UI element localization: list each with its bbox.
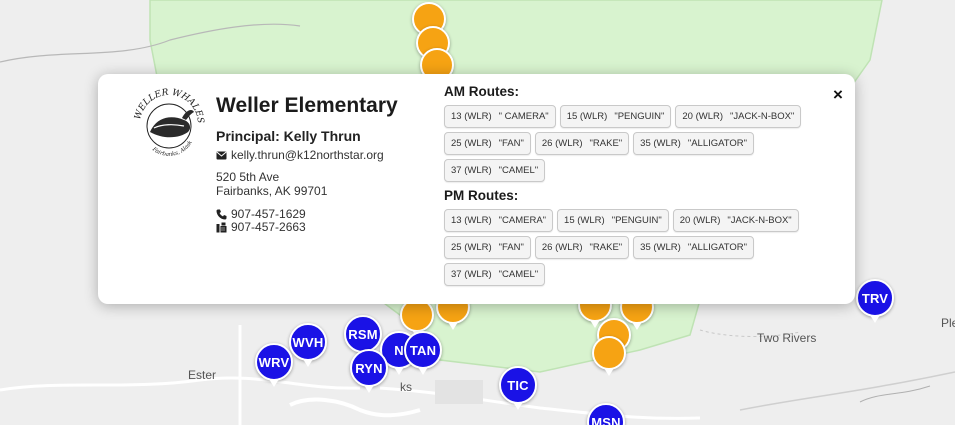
route-name: "ALLIGATOR" (687, 138, 748, 149)
school-info-popup: × WELLER WHALES Fairbanks, Alaska Weller… (98, 74, 855, 304)
am-route-chip[interactable]: 25 (WLR) "FAN" (444, 132, 531, 155)
pm-routes-list: 13 (WLR) "CAMERA" 15 (WLR) "PENGUIN" 20 (W… (444, 209, 814, 286)
route-number: 15 (WLR) (564, 215, 605, 226)
route-name: "ALLIGATOR" (687, 242, 748, 253)
pm-routes-heading: PM Routes: (444, 188, 519, 203)
address: 520 5th Ave Fairbanks, AK 99701 (216, 170, 436, 198)
route-number: 20 (WLR) (682, 111, 724, 122)
place-label-ester: Ester (188, 368, 217, 382)
route-name: " CAMERA" (498, 111, 549, 122)
route-number: 37 (WLR) (451, 269, 492, 280)
phone-icon (216, 209, 227, 220)
route-number: 37 (WLR) (451, 165, 492, 176)
route-number: 35 (WLR) (640, 138, 681, 149)
place-label-ks: ks (400, 380, 412, 394)
pm-route-chip[interactable]: 35 (WLR) "ALLIGATOR" (633, 236, 755, 259)
route-number: 26 (WLR) (541, 138, 583, 149)
pm-route-chip[interactable]: 20 (WLR) "JACK-N-BOX" (672, 209, 799, 232)
close-button[interactable]: × (829, 86, 847, 104)
routes-panel: AM Routes: 13 (WLR) " CAMERA" 15 (WLR) "PE… (444, 84, 814, 286)
route-number: 25 (WLR) (451, 242, 492, 253)
route-number: 13 (WLR) (451, 215, 492, 226)
fax-icon (216, 222, 227, 233)
route-name: "FAN" (498, 138, 524, 149)
am-route-chip[interactable]: 26 (WLR) "RAKE" (534, 132, 630, 155)
address-line-2: Fairbanks, AK 99701 (216, 184, 328, 198)
route-number: 35 (WLR) (640, 242, 681, 253)
route-name: "JACK-N-BOX" (730, 111, 795, 122)
am-route-chip[interactable]: 35 (WLR) "ALLIGATOR" (633, 132, 755, 155)
school-marker-wvh[interactable]: WVH (289, 323, 327, 367)
am-route-chip[interactable]: 13 (WLR) " CAMERA" (444, 105, 556, 128)
route-name: "PENGUIN" (614, 111, 665, 122)
place-label-ple: Ple (941, 316, 955, 330)
pm-route-chip[interactable]: 37 (WLR) "CAMEL" (444, 263, 546, 286)
school-marker-tan[interactable]: TAN (404, 331, 442, 375)
route-name: "RAKE" (589, 138, 623, 149)
route-number: 13 (WLR) (451, 111, 492, 122)
school-marker-tic[interactable]: TIC (499, 366, 537, 410)
pm-route-chip[interactable]: 15 (WLR) "PENGUIN" (557, 209, 669, 232)
address-line-1: 520 5th Ave (216, 170, 280, 184)
fax-number: 907-457-2663 (231, 220, 306, 234)
route-number: 15 (WLR) (566, 111, 608, 122)
school-info: Weller Elementary Principal: Kelly Thrun… (216, 92, 436, 234)
am-routes-list: 13 (WLR) " CAMERA" 15 (WLR) "PENGUIN" 20 (… (444, 105, 814, 182)
school-marker-ryn[interactable]: RYN (350, 349, 388, 393)
route-number: 25 (WLR) (451, 138, 492, 149)
route-name: "JACK-N-BOX" (727, 215, 792, 226)
fax-row: 907-457-2663 (216, 221, 436, 234)
email-link[interactable]: kelly.thrun@k12northstar.org (231, 148, 384, 162)
route-number: 20 (WLR) (679, 215, 721, 226)
am-route-chip[interactable]: 20 (WLR) "JACK-N-BOX" (675, 105, 802, 128)
bus-stop-marker[interactable] (592, 336, 626, 376)
pm-route-chip[interactable]: 13 (WLR) "CAMERA" (444, 209, 554, 232)
principal-name: Principal: Kelly Thrun (216, 128, 361, 144)
school-name: Weller Elementary (216, 94, 398, 117)
am-routes-heading: AM Routes: (444, 84, 519, 99)
route-name: "RAKE" (589, 242, 623, 253)
school-marker-trv[interactable]: TRV (856, 279, 894, 323)
school-marker-wrv[interactable]: WRV (255, 343, 293, 387)
route-name: "CAMEL" (498, 165, 539, 176)
school-logo: WELLER WHALES Fairbanks, Alaska (130, 84, 205, 158)
am-route-chip[interactable]: 37 (WLR) "CAMEL" (444, 159, 546, 182)
phone-block: 907-457-1629 907-457-2663 (216, 208, 436, 234)
route-name: "FAN" (498, 242, 524, 253)
place-label-two-rivers: Two Rivers (757, 331, 817, 345)
route-name: "CAMERA" (498, 215, 547, 226)
am-route-chip[interactable]: 15 (WLR) "PENGUIN" (559, 105, 672, 128)
pm-route-chip[interactable]: 25 (WLR) "FAN" (444, 236, 531, 259)
school-marker-rsm[interactable]: RSM (344, 315, 382, 359)
route-number: 26 (WLR) (541, 242, 583, 253)
route-name: "CAMEL" (498, 269, 539, 280)
email-row: kelly.thrun@k12northstar.org (216, 148, 436, 162)
route-name: "PENGUIN" (611, 215, 662, 226)
envelope-icon (216, 151, 227, 159)
pm-route-chip[interactable]: 26 (WLR) "RAKE" (534, 236, 630, 259)
